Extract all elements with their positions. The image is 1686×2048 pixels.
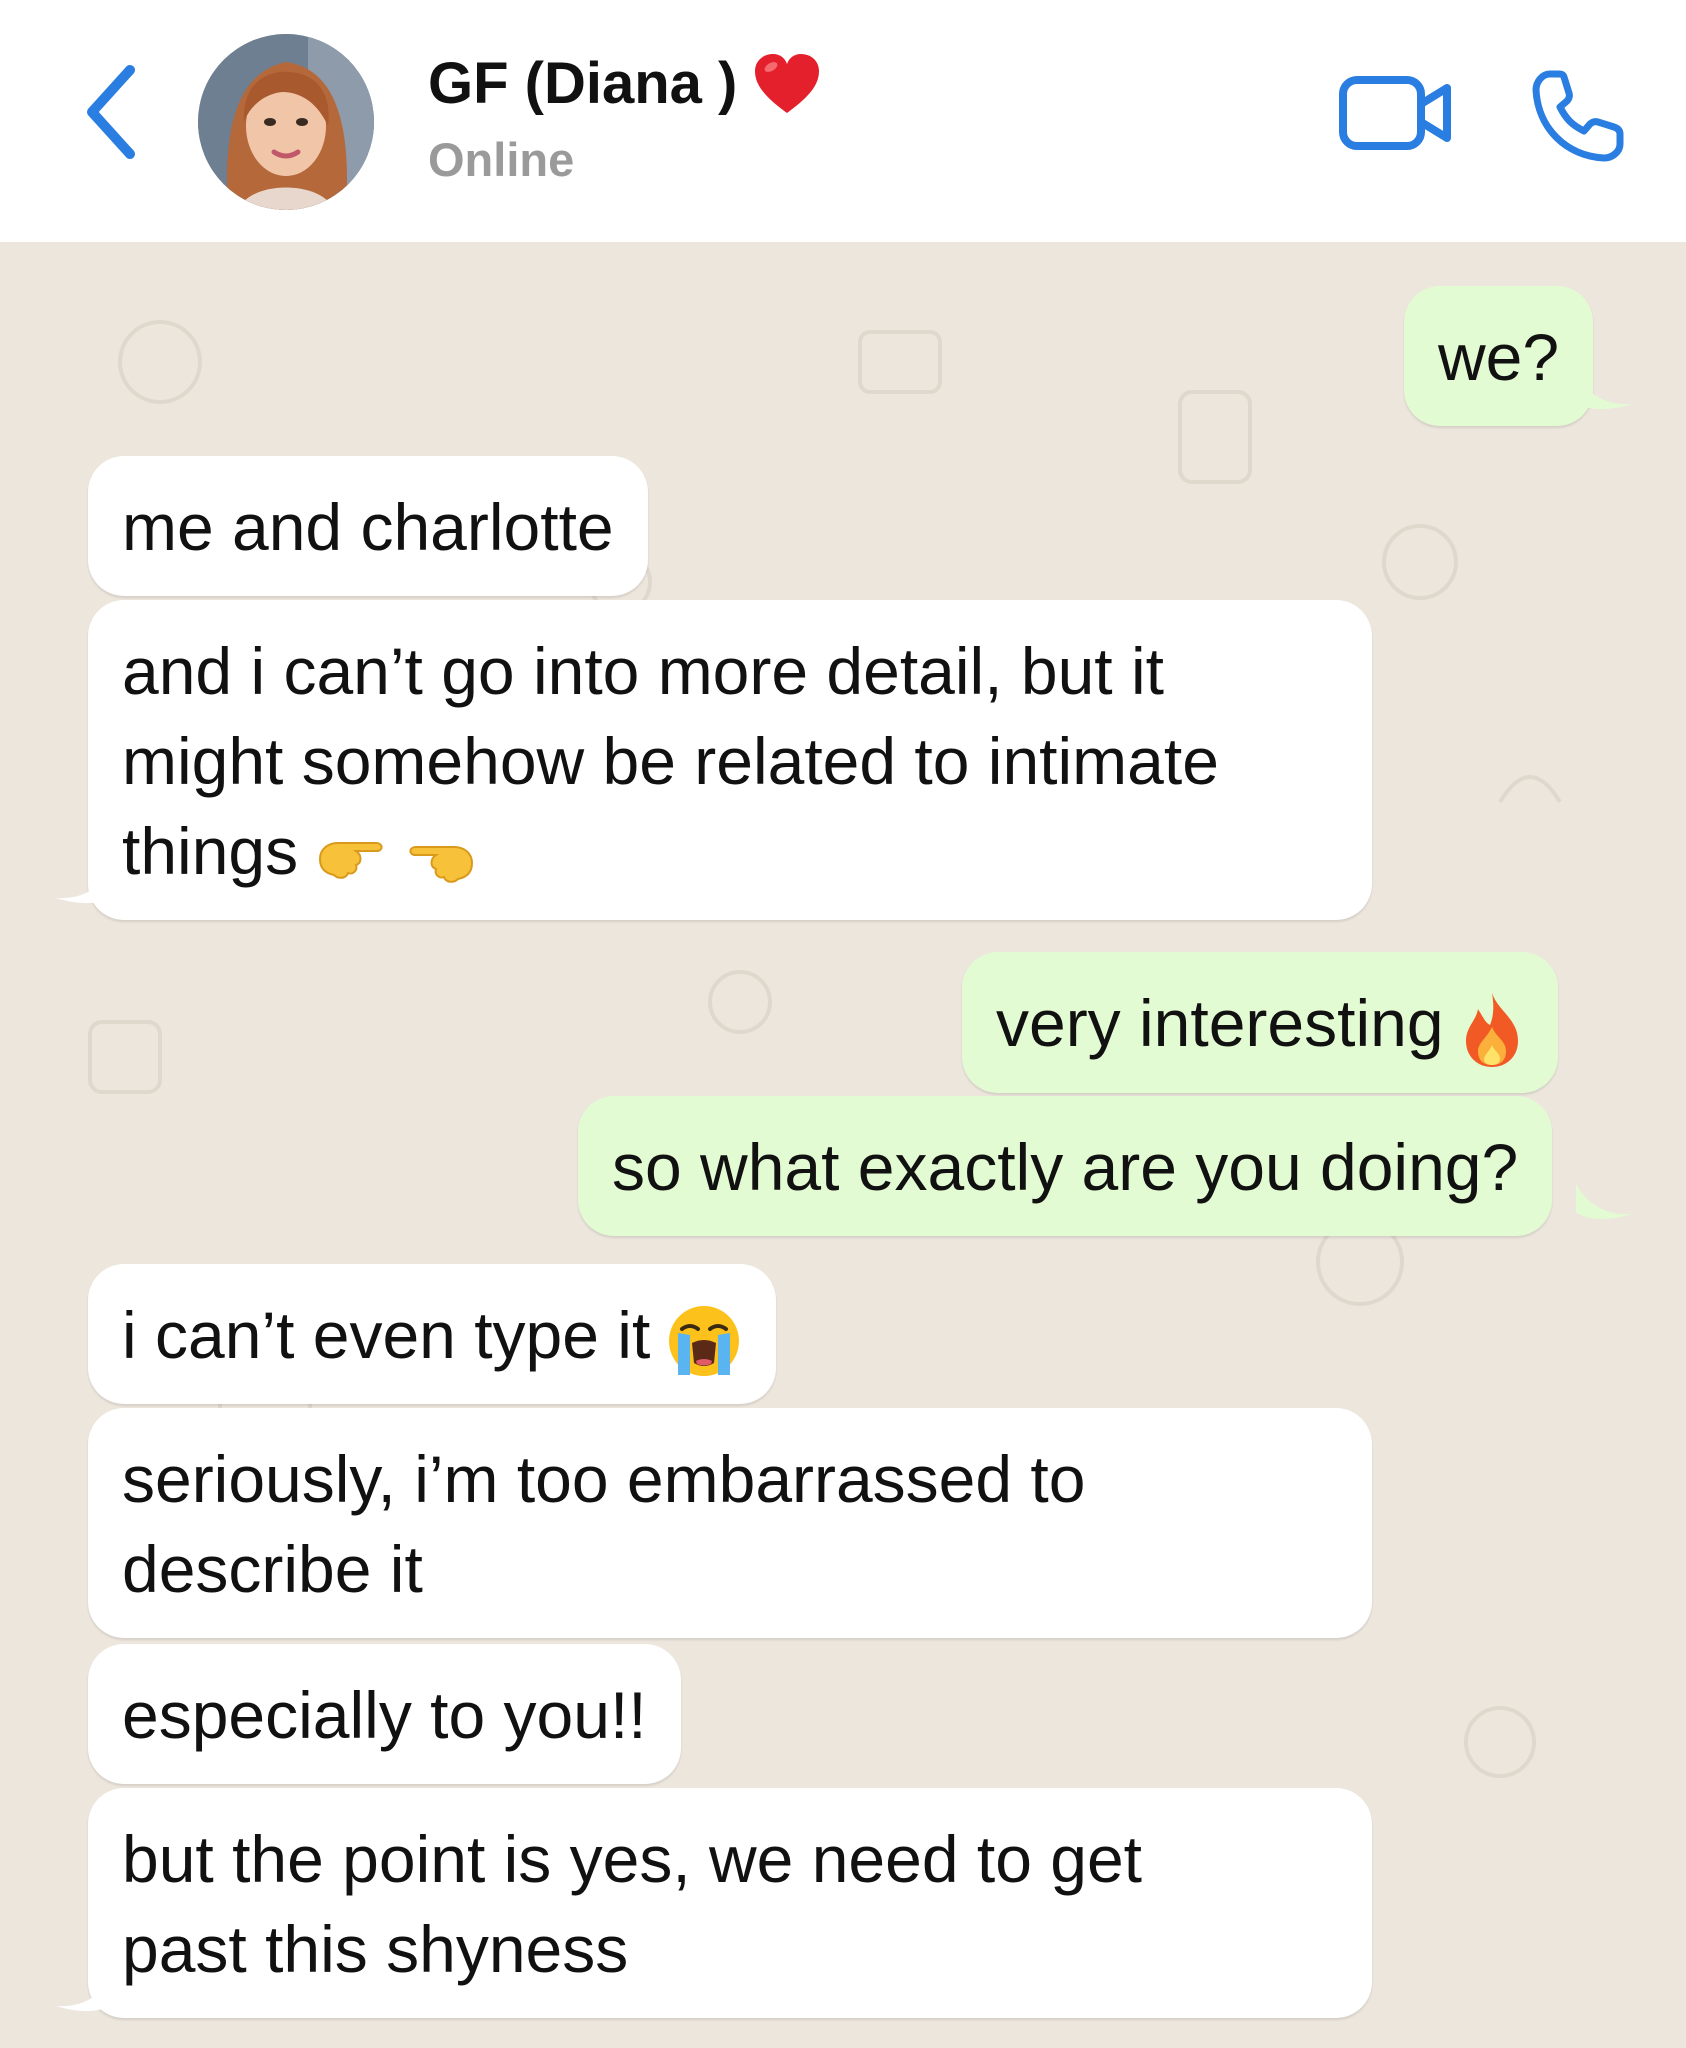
contact-status: Online bbox=[428, 133, 575, 186]
outgoing-message[interactable]: so what exactly are you doing? bbox=[578, 1096, 1553, 1236]
message-line-text: things bbox=[122, 814, 299, 888]
contact-name[interactable]: GF (Diana ) bbox=[428, 50, 823, 117]
message-text: i can’t even type it bbox=[122, 1298, 651, 1372]
outgoing-message[interactable]: we? bbox=[1404, 286, 1594, 426]
video-call-icon[interactable] bbox=[1338, 72, 1454, 154]
red-heart-icon bbox=[755, 53, 820, 113]
avatar-photo bbox=[198, 34, 374, 210]
message-line: describe it bbox=[122, 1532, 423, 1606]
fire-emoji bbox=[1465, 992, 1518, 1067]
incoming-message[interactable]: i can’t even type it bbox=[88, 1264, 777, 1404]
message-line: but the point is yes, we need to get bbox=[122, 1822, 1143, 1896]
message-line: might somehow be related to intimate bbox=[122, 724, 1219, 798]
outgoing-message[interactable]: very interesting bbox=[962, 952, 1558, 1093]
message-line: past this shyness bbox=[122, 1912, 629, 1986]
incoming-message[interactable]: and i can’t go into more detail, but it … bbox=[88, 600, 1372, 920]
chat-area[interactable]: we? me and charlotte and i can’t go into… bbox=[0, 242, 1686, 2048]
pointing-fingers-emoji bbox=[319, 841, 474, 883]
outgoing-bubble-tail bbox=[1576, 374, 1632, 410]
contact-avatar[interactable] bbox=[198, 34, 374, 210]
incoming-message[interactable]: especially to you!! bbox=[88, 1644, 681, 1784]
message-line-with-emoji: things bbox=[122, 806, 1338, 896]
message-line: seriously, i’m too embarrassed to bbox=[122, 1442, 1086, 1516]
loudly-crying-face-emoji bbox=[669, 1305, 740, 1376]
incoming-bubble-tail bbox=[56, 868, 112, 904]
message-text: especially to you!! bbox=[122, 1678, 647, 1752]
message-text: me and charlotte bbox=[122, 490, 614, 564]
contact-name-text: GF (Diana ) bbox=[428, 51, 738, 116]
incoming-message[interactable]: me and charlotte bbox=[88, 456, 648, 596]
incoming-message[interactable]: seriously, i’m too embarrassed to descri… bbox=[88, 1408, 1372, 1638]
incoming-message[interactable]: but the point is yes, we need to get pas… bbox=[88, 1788, 1372, 2018]
chat-header: GF (Diana ) Online bbox=[0, 0, 1686, 242]
message-text: so what exactly are you doing? bbox=[612, 1130, 1519, 1204]
message-text: very interesting bbox=[996, 986, 1444, 1060]
back-chevron-icon[interactable] bbox=[80, 62, 140, 162]
message-text: we? bbox=[1438, 320, 1560, 394]
incoming-bubble-tail bbox=[56, 1976, 112, 2012]
message-line: and i can’t go into more detail, but it bbox=[122, 634, 1164, 708]
outgoing-bubble-tail bbox=[1576, 1184, 1632, 1220]
phone-call-icon[interactable] bbox=[1530, 68, 1626, 164]
